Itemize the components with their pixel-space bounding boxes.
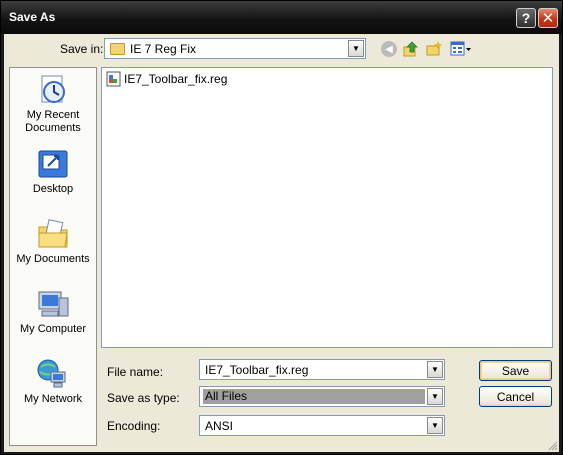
save-as-type-label: Save as type:: [107, 391, 180, 405]
file-name-value: IE7_Toolbar_fix.reg: [205, 363, 309, 377]
save-as-dialog: Save As ? ✕ Save in: IE 7 Reg Fix ▼ ◀ My…: [0, 0, 563, 455]
dialog-body: Save in: IE 7 Reg Fix ▼ ◀ My Recent Docu…: [4, 34, 559, 452]
places-bar: My Recent Documents Desktop My Documents: [9, 67, 97, 446]
encoding-dropdown[interactable]: ANSI ▼: [199, 415, 445, 436]
folder-icon: [110, 43, 125, 55]
desktop-icon: [38, 150, 68, 178]
title-bar[interactable]: Save As ? ✕: [1, 1, 562, 34]
place-recent-documents[interactable]: My Recent Documents: [10, 74, 96, 135]
close-button[interactable]: ✕: [538, 8, 558, 28]
chevron-down-icon[interactable]: ▼: [427, 417, 443, 434]
save-button[interactable]: Save: [479, 360, 552, 381]
help-icon: ?: [521, 10, 531, 26]
encoding-value: ANSI: [205, 419, 234, 433]
registry-file-icon: [106, 71, 121, 87]
my-network-icon: [37, 359, 66, 388]
help-button[interactable]: ?: [516, 8, 536, 28]
place-label: My Recent Documents: [25, 109, 81, 134]
window-title: Save As: [9, 10, 56, 24]
place-my-network[interactable]: My Network: [10, 358, 96, 406]
place-label: Desktop: [32, 183, 74, 195]
place-label: My Computer: [19, 323, 87, 335]
save-in-value: IE 7 Reg Fix: [130, 42, 197, 56]
recent-documents-icon: [41, 75, 65, 103]
encoding-label: Encoding:: [107, 419, 161, 433]
resize-grip-icon[interactable]: [546, 439, 558, 451]
chevron-down-icon[interactable]: ▼: [348, 40, 364, 57]
close-icon: ✕: [541, 10, 555, 27]
back-icon[interactable]: ◀: [381, 41, 397, 57]
views-icon[interactable]: [450, 41, 472, 57]
place-my-computer[interactable]: My Computer: [10, 288, 96, 336]
chevron-down-icon[interactable]: ▼: [427, 388, 443, 405]
file-name-label: File name:: [107, 365, 164, 379]
place-label: My Network: [23, 393, 83, 405]
up-folder-icon[interactable]: [403, 41, 419, 57]
save-as-type-dropdown[interactable]: All Files ▼: [199, 386, 445, 407]
file-list[interactable]: IE7_Toolbar_fix.reg: [101, 67, 553, 348]
save-as-type-value: All Files: [203, 389, 425, 404]
list-item[interactable]: IE7_Toolbar_fix.reg: [106, 71, 227, 87]
chevron-down-icon[interactable]: ▼: [427, 361, 443, 378]
file-name: IE7_Toolbar_fix.reg: [124, 72, 228, 86]
place-desktop[interactable]: Desktop: [10, 148, 96, 196]
my-documents-icon: [38, 219, 68, 248]
cancel-button[interactable]: Cancel: [479, 386, 552, 407]
file-name-field[interactable]: IE7_Toolbar_fix.reg ▼: [199, 359, 445, 380]
save-in-dropdown[interactable]: IE 7 Reg Fix ▼: [104, 38, 366, 59]
my-computer-icon: [38, 291, 69, 317]
new-folder-icon[interactable]: [426, 41, 442, 57]
save-in-label: Save in:: [60, 42, 104, 56]
place-label: My Documents: [16, 253, 90, 265]
place-my-documents[interactable]: My Documents: [10, 218, 96, 266]
